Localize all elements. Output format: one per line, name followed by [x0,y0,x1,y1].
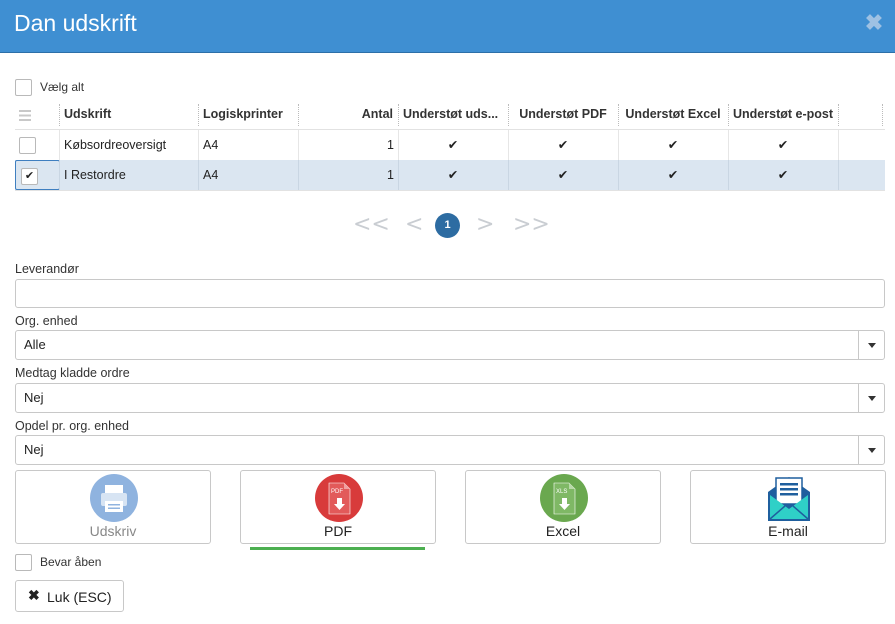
column-header-antal[interactable]: Antal [298,100,393,129]
check-icon: ✔ [557,168,569,182]
list-icon[interactable] [19,109,31,121]
print-grid: Udskrift Logiskprinter Antal Understøt u… [15,100,885,191]
first-page-button[interactable]: << [353,212,390,237]
select-all-label: Vælg alt [40,80,85,94]
excel-file-icon: XLS [540,474,588,522]
column-header-support-print[interactable]: Understøt uds... [403,100,503,129]
excel-button[interactable]: XLS Excel [465,470,661,544]
check-icon: ✔ [557,138,569,152]
column-header-support-email[interactable]: Understøt e-post [728,100,838,129]
xls-badge-text: XLS [556,489,567,495]
chevron-down-icon[interactable] [858,436,884,464]
supplier-label: Leverandør [15,262,79,276]
cell-udskrift: Købsordreoversigt [64,138,167,152]
check-icon: ✔ [447,168,459,182]
close-button-label: Luk (ESC) [47,589,112,605]
chevron-down-icon[interactable] [858,331,884,359]
pdf-button[interactable]: PDF PDF [240,470,436,544]
split-org-label: Opdel pr. org. enhed [15,419,129,433]
cell-printer: A4 [203,138,219,152]
check-icon: ✔ [777,138,789,152]
cell-udskrift: I Restordre [64,168,126,182]
draft-orders-select[interactable]: Nej [15,383,885,413]
excel-button-label: Excel [545,523,581,539]
print-button[interactable]: Udskriv [15,470,211,544]
grid-header: Udskrift Logiskprinter Antal Understøt u… [15,100,885,130]
pdf-badge-text: PDF [331,489,343,495]
pdf-button-label: PDF [324,523,352,539]
column-header-logiskprinter[interactable]: Logiskprinter [203,100,298,129]
check-icon: ✔ [667,168,679,182]
pager: << < 1 > >> [0,210,895,240]
supplier-input[interactable] [15,279,885,308]
org-unit-value: Alle [24,337,46,352]
row-checkbox-checked[interactable]: ✔ [15,160,60,190]
keep-open-label: Bevar åben [40,555,102,569]
close-icon: ✖ [28,587,40,603]
check-icon: ✔ [667,138,679,152]
cell-printer: A4 [203,168,219,182]
pdf-file-icon: PDF [315,474,363,522]
selected-output-underline [250,547,425,550]
next-page-button[interactable]: > [476,212,494,237]
prev-page-button[interactable]: < [405,212,423,237]
org-unit-label: Org. enhed [15,314,78,328]
last-page-button[interactable]: >> [513,212,550,237]
column-header-udskrift[interactable]: Udskrift [64,100,194,129]
cell-antal: 1 [387,138,394,152]
dialog-title: Dan udskrift [14,10,137,36]
current-page-button[interactable]: 1 [435,213,460,238]
column-header-support-excel[interactable]: Understøt Excel [618,100,728,129]
check-icon: ✔ [447,138,459,152]
print-button-label: Udskriv [89,523,137,539]
table-row[interactable]: Købsordreoversigt A4 1 ✔ ✔ ✔ ✔ [15,130,885,160]
envelope-icon [765,474,813,522]
row-checkbox[interactable] [19,137,36,154]
org-unit-select[interactable]: Alle [15,330,885,360]
draft-orders-label: Medtag kladde ordre [15,366,130,380]
column-header-support-pdf[interactable]: Understøt PDF [508,100,618,129]
keep-open-checkbox[interactable] [15,554,32,571]
close-button[interactable]: ✖ Luk (ESC) [15,580,124,612]
checkbox-check-icon: ✔ [21,168,38,185]
draft-orders-value: Nej [24,390,44,405]
chevron-down-icon[interactable] [858,384,884,412]
dialog-header: Dan udskrift ✖ [0,0,895,53]
close-icon[interactable]: ✖ [863,12,885,34]
cell-antal: 1 [387,168,394,182]
select-all-checkbox[interactable] [15,79,32,96]
table-row[interactable]: ✔ I Restordre A4 1 ✔ ✔ ✔ ✔ [15,160,885,190]
email-button[interactable]: E-mail [690,470,886,544]
printer-icon [90,474,138,522]
split-org-value: Nej [24,442,44,457]
check-icon: ✔ [777,168,789,182]
split-org-select[interactable]: Nej [15,435,885,465]
email-button-label: E-mail [768,523,808,539]
